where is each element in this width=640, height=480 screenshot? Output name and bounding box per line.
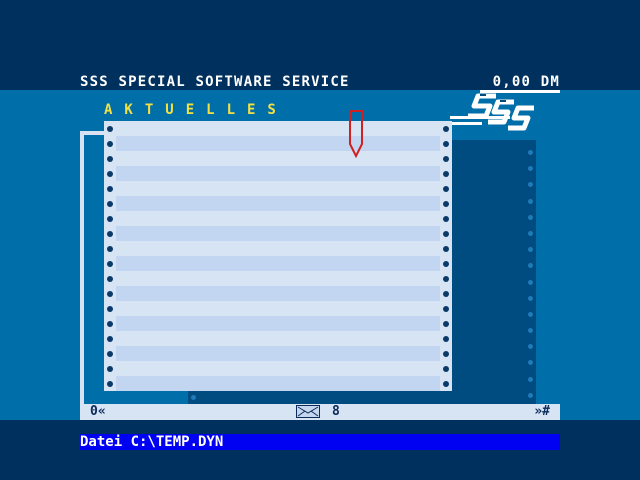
file-path: Datei C:\TEMP.DYN: [80, 434, 224, 450]
first-page-button[interactable]: 0«: [90, 404, 106, 419]
bookmark-cursor-icon[interactable]: [348, 110, 364, 160]
message-page[interactable]: [104, 121, 452, 391]
envelope-icon[interactable]: [296, 405, 320, 418]
perforation-left: [106, 121, 114, 391]
section-title: AKTUELLES: [104, 102, 288, 118]
perforation-right: [442, 121, 450, 391]
status-bar: 0« 8 »#: [80, 404, 560, 420]
last-page-button[interactable]: »#: [534, 404, 550, 419]
app-title: SSS SPECIAL SOFTWARE SERVICE: [80, 74, 350, 90]
back-page-perforation: [526, 150, 534, 398]
back-page-hole: [191, 395, 196, 400]
sss-logo-icon: [442, 90, 560, 131]
file-bar: Datei C:\TEMP.DYN: [80, 434, 560, 450]
message-lines[interactable]: [116, 121, 440, 391]
message-count: 8: [332, 404, 340, 419]
